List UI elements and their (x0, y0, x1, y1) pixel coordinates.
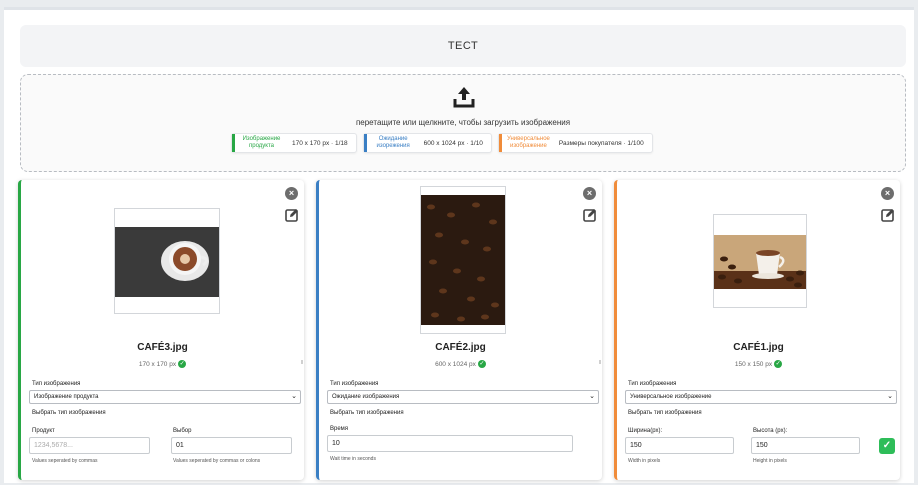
check-icon: ✓ (774, 360, 783, 368)
edit-icon[interactable] (881, 208, 895, 222)
file-dimensions: 150 x 150 px ✓ (617, 360, 900, 368)
image-type-selected: Универсальное изображение (630, 394, 712, 400)
chevron-down-icon: ⌄ (291, 393, 297, 400)
image-thumbnail (713, 214, 807, 308)
height-help: Height in pixels (753, 458, 787, 464)
badge-waiting: Ожидание изорежения 600 x 1024 px · 1/10 (362, 133, 492, 153)
close-icon[interactable]: × (881, 187, 894, 200)
file-dimensions: 170 x 170 px ✓ (21, 360, 304, 368)
selection-help: Values seperated by commas or colons (173, 458, 261, 464)
image-type-selected: Ожидание изображения (332, 394, 400, 400)
image-card-cafe3: × CAFÉ3.jpg 170 x 170 px ✓ Тип изображен… (18, 180, 304, 480)
height-input[interactable]: 150 (751, 437, 860, 454)
check-icon: ✓ (178, 360, 187, 368)
file-name: CAFÉ1.jpg (733, 342, 784, 353)
close-icon[interactable]: × (583, 187, 596, 200)
time-help: Wait time in seconds (330, 456, 376, 462)
image-type-select[interactable]: Изображение продукта ⌄ (29, 390, 301, 404)
badge-waiting-size: 600 x 1024 px · 1/10 (423, 139, 483, 147)
selection-label: Выбор (173, 428, 192, 434)
image-type-label: Тип изображения (628, 381, 677, 387)
file-name: CAFÉ2.jpg (435, 342, 486, 353)
check-icon: ✓ (477, 360, 486, 368)
badge-universal: Универсальное изображение Размеры покупа… (497, 133, 653, 153)
coffee-beans-image (421, 187, 505, 333)
scroll-indicator (599, 360, 601, 364)
edit-icon[interactable] (583, 208, 597, 222)
badge-product-size: 170 x 170 px · 1/18 (292, 139, 348, 147)
file-name: CAFÉ3.jpg (137, 342, 188, 353)
badge-product-name: Изображение продукта (232, 134, 288, 152)
file-dimensions-text: 150 x 150 px (734, 360, 773, 368)
height-label: Высота (px): (753, 428, 788, 434)
image-thumbnail (114, 208, 220, 314)
width-label: Ширина(px): (628, 428, 663, 434)
save-button[interactable]: ✓ (879, 438, 895, 454)
app-page: ТЕСТ перетащите или щелкните, чтобы загр… (4, 7, 914, 483)
image-type-label: Тип изображения (32, 381, 81, 387)
chevron-down-icon: ⌄ (887, 393, 893, 400)
image-type-label: Тип изображения (330, 381, 379, 387)
badge-product: Изображение продукта 170 x 170 px · 1/18 (231, 133, 357, 153)
image-card-cafe2: × CAFÉ2.jpg 600 x 1024 px ✓ Тип изображе… (316, 180, 602, 480)
badge-waiting-name: Ожидание изорежения (363, 134, 420, 152)
product-help: Values seperated by commas (32, 458, 98, 464)
page-title-text: ТЕСТ (447, 40, 479, 52)
width-help: Width in pixels (628, 458, 661, 464)
scroll-indicator (301, 360, 303, 364)
file-dimensions: 600 x 1024 px ✓ (319, 360, 602, 368)
image-type-help: Выбрать тип изображения (330, 410, 404, 416)
image-type-select[interactable]: Ожидание изображения ⌄ (327, 390, 599, 404)
upload-dropzone[interactable]: перетащите или щелкните, чтобы загрузить… (20, 74, 906, 172)
badge-universal-size: Размеры покупателя · 1/100 (558, 139, 644, 147)
close-icon[interactable]: × (285, 187, 298, 200)
image-type-selected: Изображение продукта (34, 394, 99, 400)
width-input[interactable]: 150 (625, 437, 734, 454)
file-dimensions-text: 600 x 1024 px (435, 360, 476, 368)
check-icon: ✓ (882, 440, 892, 451)
image-type-help: Выбрать тип изображения (628, 410, 702, 416)
image-type-help: Выбрать тип изображения (32, 410, 106, 416)
image-type-select[interactable]: Универсальное изображение ⌄ (625, 390, 897, 404)
file-dimensions-text: 170 x 170 px (138, 360, 177, 368)
time-label: Время (330, 426, 349, 432)
product-input[interactable]: 1234,5678... (29, 437, 150, 454)
coffee-cup-image (115, 209, 219, 313)
image-type-badges: Изображение продукта 170 x 170 px · 1/18… (231, 133, 653, 153)
badge-universal-name: Универсальное изображение (498, 134, 555, 152)
time-input[interactable]: 10 (327, 435, 573, 452)
page-title: ТЕСТ (20, 25, 906, 67)
coffee-cup-beans-image (714, 215, 806, 307)
dropzone-instructions: перетащите или щелкните, чтобы загрузить… (355, 118, 571, 127)
selection-input[interactable]: 01 (171, 437, 292, 454)
edit-icon[interactable] (285, 208, 299, 222)
image-thumbnail (420, 186, 506, 334)
product-label: Продукт (32, 428, 55, 434)
image-card-cafe1: × CAFÉ1.jpg 150 x 150 px ✓ Тип изображен… (614, 180, 900, 480)
chevron-down-icon: ⌄ (589, 393, 595, 400)
upload-icon (453, 87, 475, 108)
